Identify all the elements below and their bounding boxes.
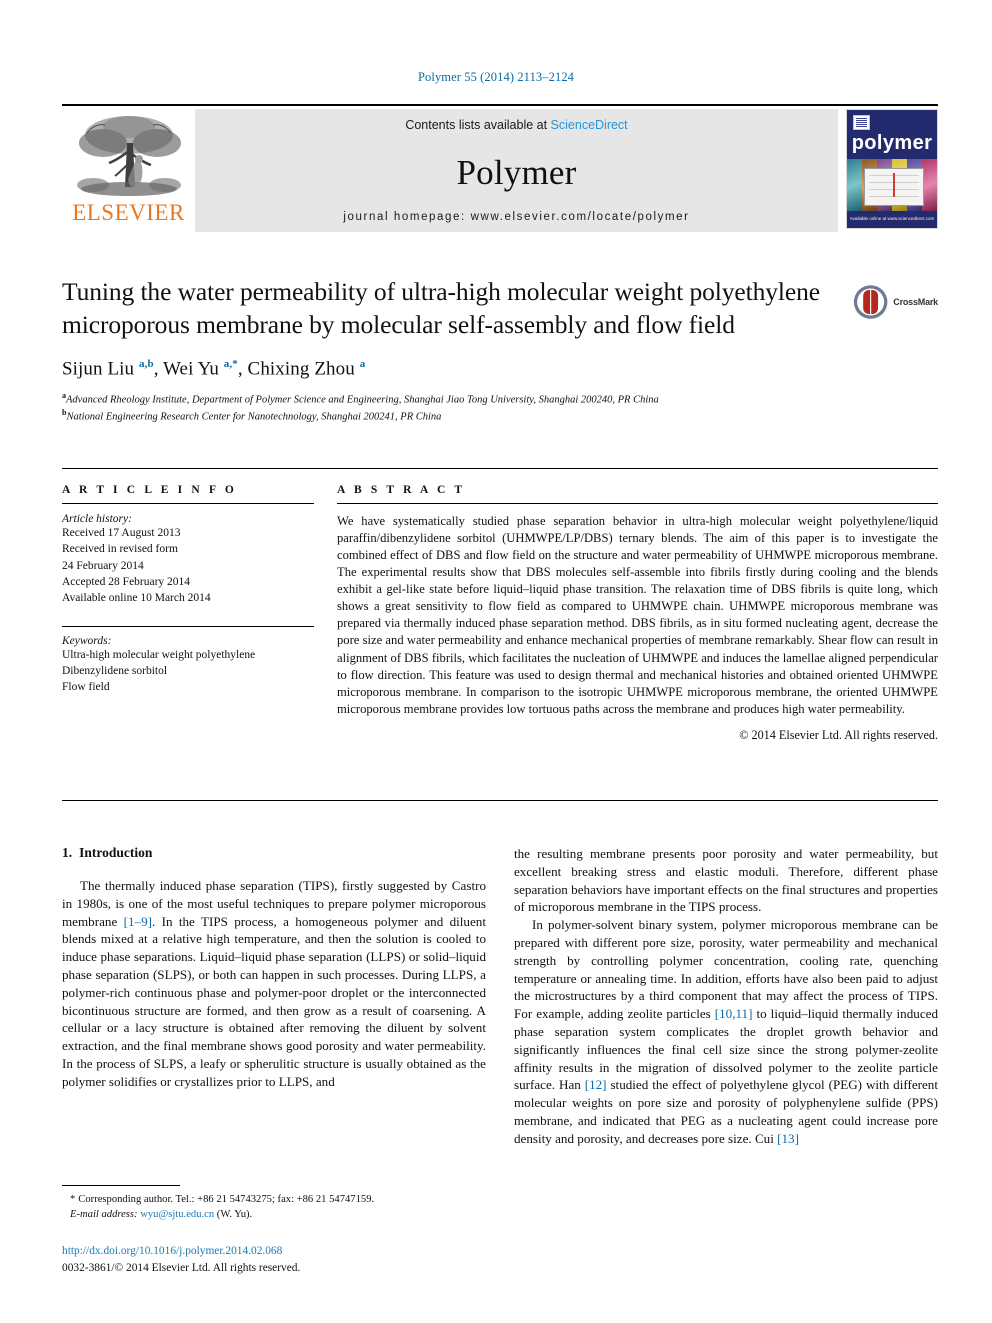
article-info-rule: [62, 503, 314, 504]
article-info-heading: A R T I C L E I N F O: [62, 484, 237, 496]
sciencedirect-link[interactable]: ScienceDirect: [551, 118, 628, 132]
doi-link[interactable]: http://dx.doi.org/10.1016/j.polymer.2014…: [62, 1243, 562, 1260]
history-line: 24 February 2014: [62, 559, 144, 572]
contents-available-line: Contents lists available at ScienceDirec…: [405, 118, 627, 132]
issn-copyright: 0032-3861/© 2014 Elsevier Ltd. All right…: [62, 1262, 301, 1275]
crossmark-badge[interactable]: CrossMark: [852, 280, 938, 324]
column-gap: [314, 484, 337, 743]
journal-banner: Contents lists available at ScienceDirec…: [195, 109, 838, 232]
history-line: Received in revised form: [62, 543, 178, 556]
keyword-item: Ultra-high molecular weight polyethylene: [62, 648, 256, 661]
journal-homepage-link[interactable]: journal homepage: www.elsevier.com/locat…: [343, 211, 689, 223]
affiliation-list: aAdvanced Rheology Institute, Department…: [62, 390, 938, 425]
corresponding-author-note: * Corresponding author. Tel.: +86 21 5474…: [62, 1192, 486, 1207]
abstract-copyright: © 2014 Elsevier Ltd. All rights reserved…: [739, 727, 938, 742]
keyword-item: Dibenzylidene sorbitol: [62, 664, 168, 677]
citation-ref[interactable]: [12]: [585, 1077, 607, 1092]
cover-badge-icon: [853, 115, 870, 130]
page-title: Tuning the water permeability of ultra-h…: [62, 277, 820, 339]
journal-title: Polymer: [456, 153, 577, 192]
body-section: 1. Introduction The thermally induced pha…: [62, 845, 938, 1148]
contents-prefix: Contents lists available at: [405, 118, 551, 132]
paragraph: In polymer-solvent binary system, polyme…: [514, 916, 938, 1147]
footnote-block: * Corresponding author. Tel.: +86 21 5474…: [62, 1185, 486, 1223]
email-suffix: (W. Yu).: [216, 1209, 253, 1221]
email-label: E-mail address:: [70, 1209, 138, 1221]
paragraph: the resulting membrane presents poor por…: [514, 846, 938, 915]
keywords-block: Keywords: Ultra-high molecular weight po…: [62, 625, 314, 696]
cover-footer-text: Available online at www.sciencedirect.co…: [849, 216, 935, 222]
history-line: Accepted 28 February 2014: [62, 575, 191, 588]
citation-ref[interactable]: [10,11]: [715, 1006, 753, 1021]
cover-inset-figure: [864, 168, 924, 206]
footer-block: http://dx.doi.org/10.1016/j.polymer.2014…: [62, 1243, 562, 1277]
divider-above-body: [62, 800, 938, 801]
running-head: Polymer 55 (2014) 2113–2124: [417, 70, 575, 84]
affiliation-text-a: Advanced Rheology Institute, Department …: [66, 394, 659, 406]
journal-cover-thumbnail: polymer Available online at www.scienced…: [838, 109, 938, 232]
section-number: 1.: [62, 845, 73, 860]
body-column-right: the resulting membrane presents poor por…: [514, 845, 938, 1148]
affiliation-text-b: National Engineering Research Center for…: [66, 411, 442, 423]
elsevier-wordmark: ELSEVIER: [72, 200, 185, 225]
keyword-item: Flow field: [62, 681, 110, 694]
section-heading-introduction: 1. Introduction: [62, 845, 486, 861]
paper-page: Polymer 55 (2014) 2113–2124 ELSEVIER Con…: [0, 0, 992, 1323]
divider-above-abstract: [62, 468, 938, 469]
article-info-column: A R T I C L E I N F O Article history: R…: [62, 484, 314, 743]
footnote-rule: [62, 1185, 180, 1186]
crossmark-label: CrossMark: [893, 297, 938, 307]
crossmark-icon: [853, 285, 888, 319]
citation-ref[interactable]: [1–9]: [124, 914, 152, 929]
column-gap: [486, 845, 514, 1148]
paragraph: The thermally induced phase separation (…: [62, 877, 486, 1091]
paragraph-text: . In the TIPS process, a homogeneous pol…: [62, 913, 486, 1089]
affiliation-a: aAdvanced Rheology Institute, Department…: [62, 390, 938, 408]
footnote-marker: *: [70, 1194, 76, 1205]
email-note: E-mail address: wyu@sjtu.edu.cn (W. Yu).: [62, 1207, 486, 1222]
keywords-rule: [62, 625, 314, 627]
corresponding-text: Corresponding author. Tel.: +86 21 54743…: [78, 1194, 375, 1205]
body-column-left: 1. Introduction The thermally induced pha…: [62, 845, 486, 1148]
elsevier-tree-icon: [76, 116, 181, 196]
affiliation-b: bNational Engineering Research Center fo…: [62, 407, 938, 425]
history-line: Received 17 August 2013: [62, 527, 181, 539]
abstract-heading: A B S T R A C T: [337, 484, 466, 496]
author-list: Sijun Liu a,b, Wei Yu a,*, Chixing Zhou …: [62, 358, 366, 380]
keywords-label: Keywords:: [62, 634, 112, 647]
section-title: Introduction: [79, 845, 153, 860]
history-line: Available online 10 March 2014: [62, 592, 211, 605]
journal-masthead: ELSEVIER Contents lists available at Sci…: [62, 104, 938, 234]
title-block: Tuning the water permeability of ultra-h…: [62, 276, 938, 425]
abstract-rule: [337, 503, 938, 504]
cover-title: polymer: [851, 132, 933, 154]
elsevier-logo: ELSEVIER: [62, 109, 195, 232]
abstract-text: We have systematically studied phase sep…: [337, 514, 938, 716]
citation-ref[interactable]: [13]: [777, 1131, 799, 1146]
info-abstract-section: A R T I C L E I N F O Article history: R…: [62, 484, 938, 743]
email-link[interactable]: wyu@sjtu.edu.cn: [140, 1209, 214, 1220]
abstract-column: A B S T R A C T We have systematically s…: [337, 484, 938, 743]
article-history-label: Article history:: [62, 513, 132, 525]
